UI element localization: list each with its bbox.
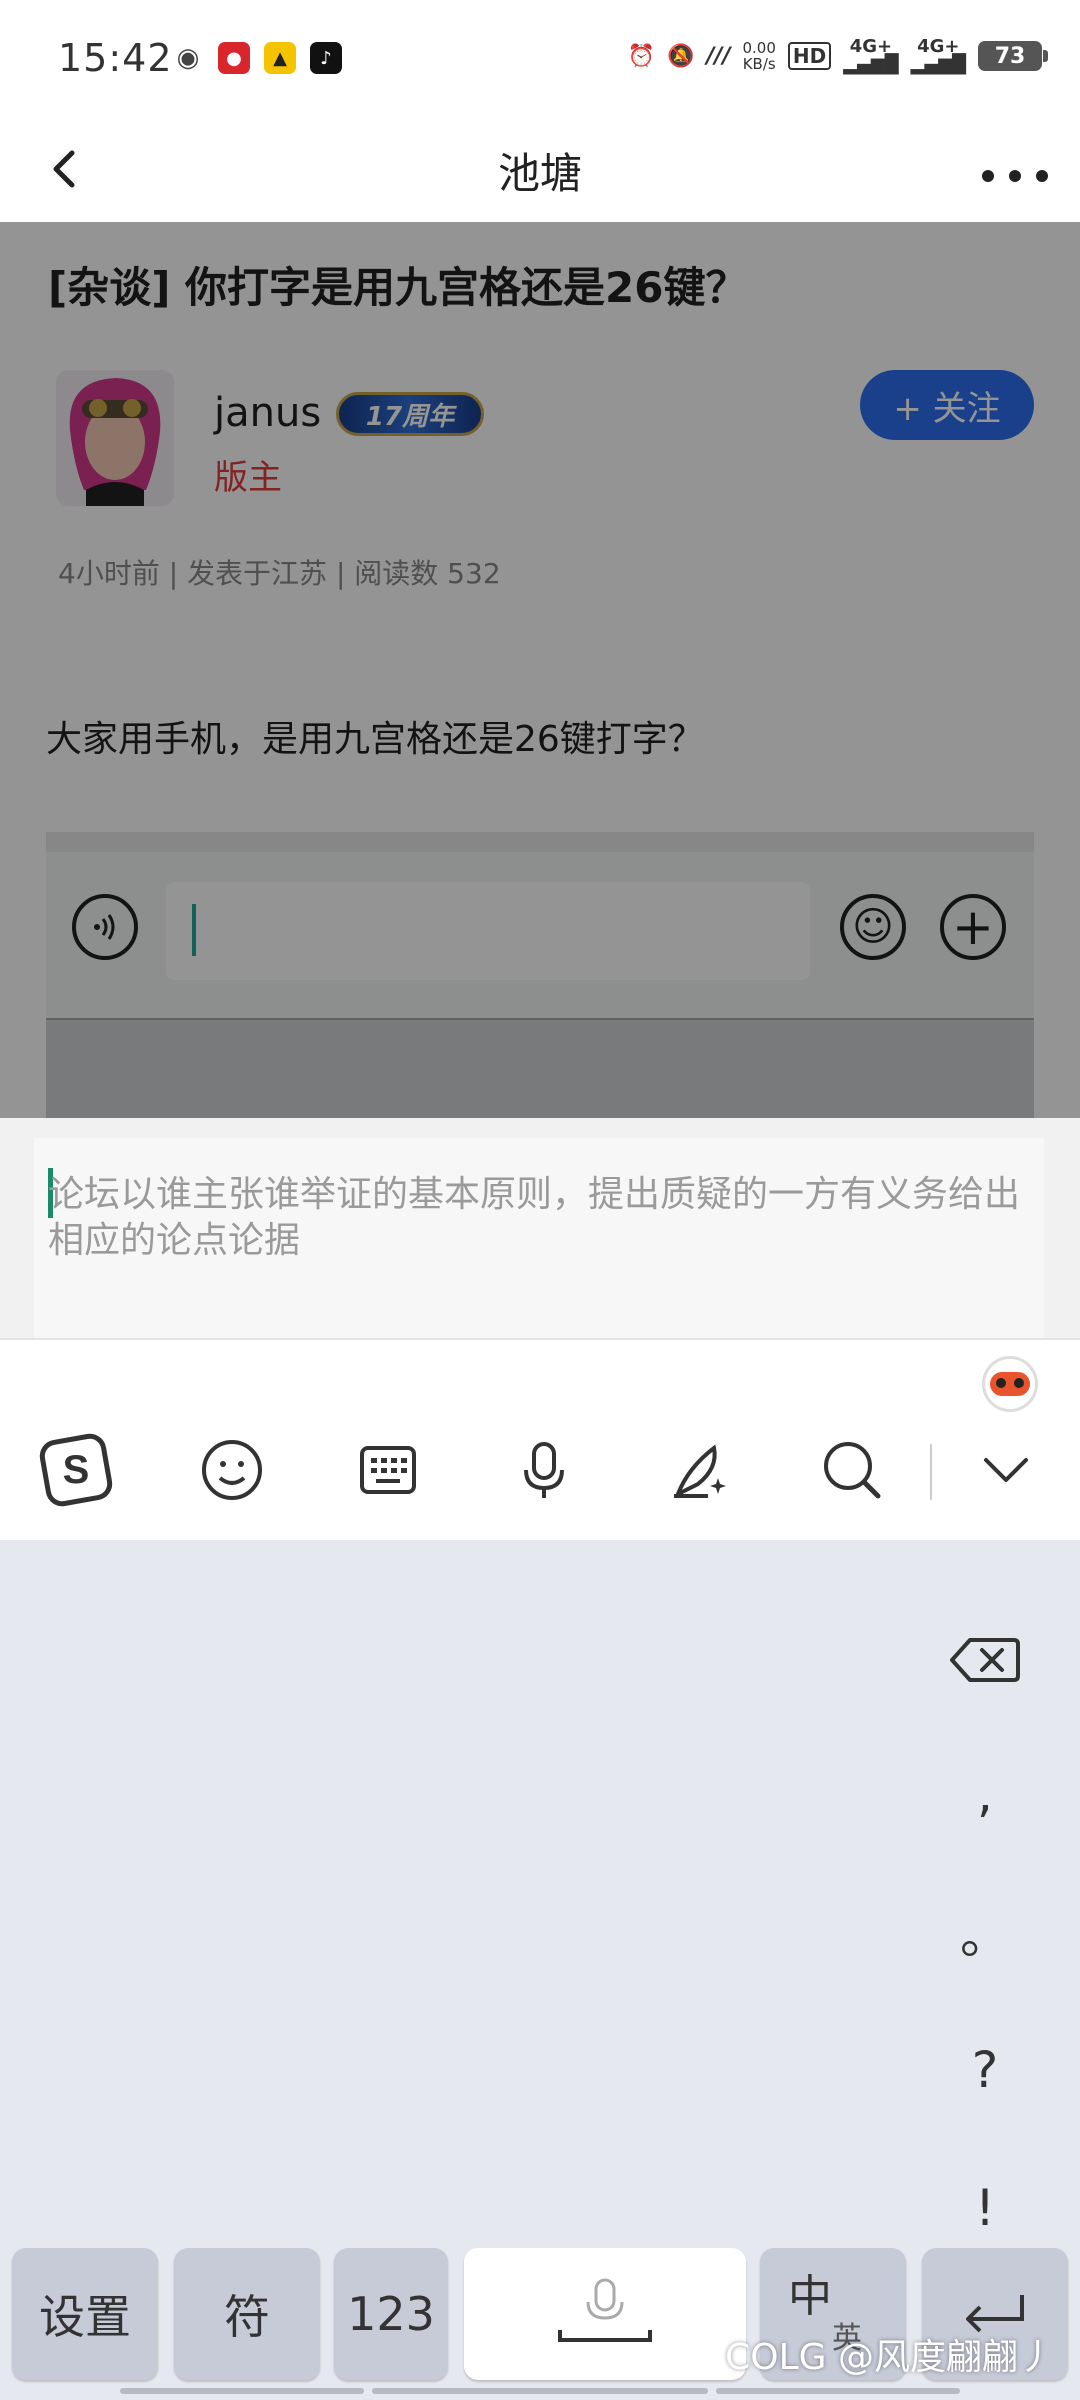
page-title: 池塘 [497,149,582,198]
collapse-keyboard-icon[interactable] [966,1430,1046,1510]
keyboard-switch-icon[interactable] [348,1430,428,1510]
more-button[interactable] [980,150,1050,196]
lang-chinese: 中 [788,2271,832,2322]
mute-icon: 🔕 [666,43,695,69]
space-key[interactable] [464,2248,746,2380]
nfc-icon: /// [706,43,731,69]
numbers-key[interactable]: 123 [334,2248,448,2380]
wechat-icon: ◉ [176,43,200,73]
svg-text:S: S [63,1448,90,1492]
comma-key[interactable]: , [930,1754,1040,1834]
gesture-bar-center [372,2388,708,2394]
emoji-keyboard-icon[interactable] [192,1430,272,1510]
gesture-bar-left [120,2388,364,2394]
keyboard-toolbar: S [0,1338,1080,1540]
sogou-logo-icon[interactable]: S [36,1430,116,1510]
tiktok-icon: ♪ [310,42,342,74]
hd-icon: HD [787,42,832,70]
reply-input[interactable]: 论坛以谁主张谁举证的基本原则，提出质疑的一方有义务给出相应的论点论据 [34,1138,1044,1338]
microphone-icon[interactable] [504,1430,584,1510]
nav-bar: 池塘 [0,118,1080,222]
reply-area: 论坛以谁主张谁举证的基本原则，提出质疑的一方有义务给出相应的论点论据 [0,1118,1080,1338]
signal-1: 4G+ ▂▄▆█ [843,36,899,75]
toolbar-divider [930,1444,932,1500]
notification-app-icon: ● [218,42,250,74]
alarm-icon: ⏰ [627,43,655,69]
watermark: COLG @风度翩翩丿 [725,2337,1054,2378]
car-app-icon: ▲ [264,42,296,74]
status-bar: 15:42 ◉ ● ▲ ♪ ⏰ 🔕 /// 0.00 KB/s HD 4G+ ▂▄… [0,0,1080,118]
net-speed: 0.00 KB/s [742,39,776,73]
signal-2: 4G+ ▂▄▆█ [910,36,966,75]
dim-overlay[interactable] [0,222,1080,1118]
handwriting-icon[interactable] [660,1430,740,1510]
gesture-bar-right [716,2388,960,2394]
status-right-icons: ⏰ 🔕 /// 0.00 KB/s HD 4G+ ▂▄▆█ 4G+ ▂▄▆█ 73 [627,36,1048,75]
period-key[interactable]: 。 [930,1892,1040,1972]
space-mic-icon [558,2278,652,2342]
status-time: 15:42 [58,36,173,80]
symbols-key[interactable]: 符 [174,2248,320,2380]
reply-placeholder: 论坛以谁主张谁举证的基本原则，提出质疑的一方有义务给出相应的论点论据 [48,1174,1021,1261]
settings-key[interactable]: 设置 [12,2248,158,2380]
delete-key[interactable] [930,1620,1040,1700]
mascot-icon[interactable] [982,1356,1038,1412]
question-key[interactable]: ? [930,2030,1040,2110]
status-app-icons: ◉ ● ▲ ♪ [172,42,342,74]
exclamation-key[interactable]: ! [930,2168,1040,2248]
battery-icon: 73 [978,41,1048,71]
backspace-icon [950,1638,1020,1682]
more-dots-icon [982,170,1048,182]
search-icon[interactable] [812,1430,892,1510]
keyboard: , 。 ? ! 设置 符 123 中 英 COLG @风度翩翩丿 [0,1540,1080,2400]
